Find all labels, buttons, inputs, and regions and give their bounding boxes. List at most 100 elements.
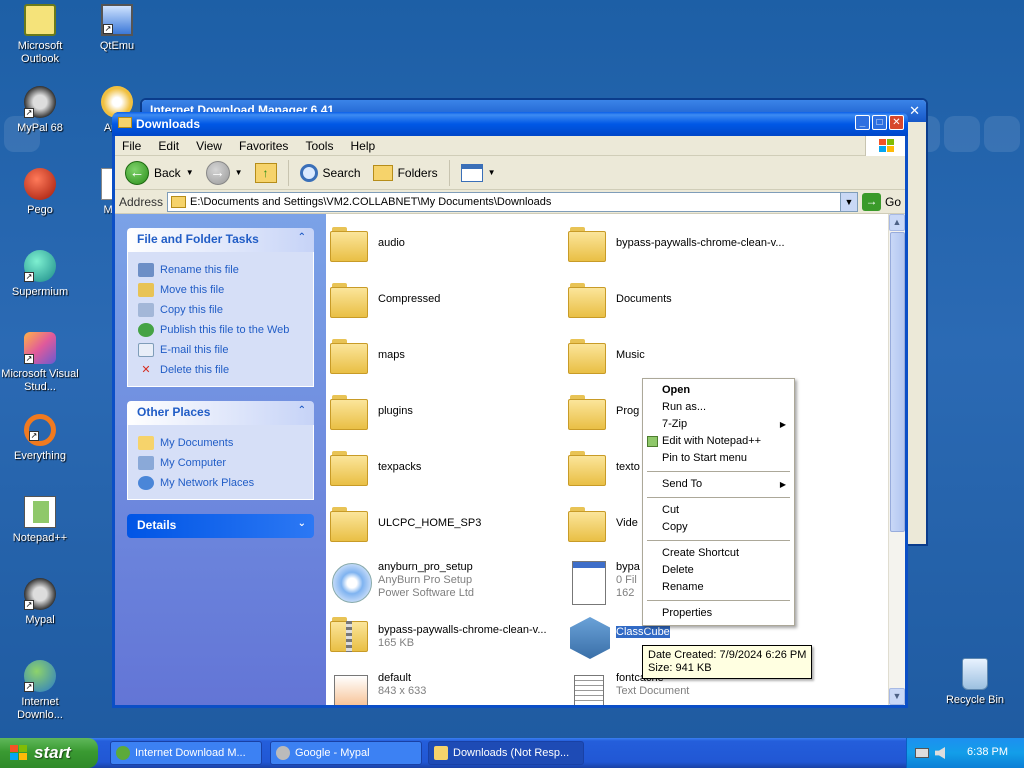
- go-button[interactable]: → Go: [861, 192, 901, 211]
- taskbar: start Internet Download M... Google - My…: [0, 738, 1024, 768]
- desktop-icon-notepadpp[interactable]: Notepad++: [1, 496, 79, 545]
- place-network[interactable]: My Network Places: [138, 473, 303, 493]
- desktop-icon-idm[interactable]: ↗ Internet Downlo...: [1, 660, 79, 722]
- menu-file[interactable]: File: [115, 136, 148, 156]
- folder-compressed[interactable]: Compressed: [330, 280, 566, 330]
- up-folder-button[interactable]: ↑: [251, 161, 281, 185]
- keyboard-icon[interactable]: [915, 748, 929, 758]
- desktop-icon-visual-studio[interactable]: ↗ Microsoft Visual Stud...: [1, 332, 79, 394]
- titlebar[interactable]: Downloads _ □ ✕: [112, 112, 908, 136]
- forward-button[interactable]: → ▼: [202, 159, 247, 187]
- ctx-create-shortcut[interactable]: Create Shortcut: [645, 545, 792, 562]
- folders-icon: [372, 164, 393, 181]
- globe-icon: [138, 323, 154, 337]
- menu-favorites[interactable]: Favorites: [232, 136, 295, 156]
- taskbar-button-downloads[interactable]: Downloads (Not Resp...: [428, 741, 584, 765]
- folder-icon: [330, 395, 370, 431]
- folder-icon: [330, 283, 370, 319]
- ctx-rename[interactable]: Rename: [645, 579, 792, 596]
- folder-texpacks[interactable]: texpacks: [330, 448, 566, 498]
- menu-separator: [647, 540, 790, 541]
- desktop-icon-everything[interactable]: ↗ Everything: [1, 414, 79, 463]
- folder-icon: [568, 227, 608, 263]
- desktop-icon-qtemu[interactable]: ↗ QtEmu: [78, 4, 156, 53]
- task-delete[interactable]: ✕ Delete this file: [138, 360, 303, 380]
- chevron-down-icon: ▼: [234, 168, 243, 177]
- menu-view[interactable]: View: [189, 136, 229, 156]
- ctx-cut[interactable]: Cut: [645, 502, 792, 519]
- collapse-icon[interactable]: ⌃: [298, 232, 306, 243]
- desktop-icon-outlook[interactable]: Microsoft Outlook: [1, 4, 79, 66]
- ctx-run-as[interactable]: Run as...: [645, 399, 792, 416]
- text-document-icon: [568, 673, 608, 705]
- qtemu-icon: ↗: [101, 4, 133, 36]
- desktop-icon-supermium[interactable]: ↗ Supermium: [1, 250, 79, 299]
- views-button[interactable]: ▼: [457, 162, 500, 184]
- task-copy[interactable]: Copy this file: [138, 300, 303, 320]
- ctx-copy[interactable]: Copy: [645, 519, 792, 536]
- search-icon: ↗: [24, 414, 56, 446]
- menu-bar: File Edit View Favorites Tools Help: [115, 136, 905, 156]
- address-input[interactable]: E:\Documents and Settings\VM2.COLLABNET\…: [167, 191, 858, 212]
- scroll-down-button[interactable]: ▼: [889, 688, 905, 705]
- ctx-send-to[interactable]: Send To ▶: [645, 476, 792, 493]
- ctx-open[interactable]: Open: [645, 382, 792, 399]
- task-rename[interactable]: Rename this file: [138, 260, 303, 280]
- folder-ulcpc[interactable]: ULCPC_HOME_SP3: [330, 504, 566, 554]
- folder-icon: [568, 283, 608, 319]
- expand-icon[interactable]: ⌄: [298, 518, 306, 529]
- desktop-icon-mypal[interactable]: ↗ Mypal: [1, 578, 79, 627]
- folder-icon: [330, 339, 370, 375]
- folder-bypass[interactable]: bypass-paywalls-chrome-clean-v...: [568, 224, 804, 274]
- ctx-edit-notepadpp[interactable]: Edit with Notepad++: [645, 433, 792, 450]
- place-my-computer[interactable]: My Computer: [138, 453, 303, 473]
- folder-documents[interactable]: Documents: [568, 280, 804, 330]
- ctx-delete[interactable]: Delete: [645, 562, 792, 579]
- forward-arrow-icon: →: [205, 160, 230, 185]
- chevron-down-icon[interactable]: ▼: [839, 192, 857, 211]
- panel-header[interactable]: File and Folder Tasks ⌃: [127, 228, 314, 252]
- task-publish[interactable]: Publish this file to the Web: [138, 320, 303, 340]
- ctx-properties[interactable]: Properties: [645, 605, 792, 622]
- search-button[interactable]: Search: [296, 162, 365, 184]
- start-button[interactable]: start: [0, 738, 98, 768]
- menu-help[interactable]: Help: [344, 136, 383, 156]
- scroll-thumb[interactable]: [890, 232, 905, 532]
- ctx-pin-start[interactable]: Pin to Start menu: [645, 450, 792, 467]
- folder-maps[interactable]: maps: [330, 336, 566, 386]
- vertical-scrollbar[interactable]: ▲ ▼: [888, 214, 905, 705]
- back-button[interactable]: ← Back ▼: [121, 159, 198, 187]
- taskbar-button-idm[interactable]: Internet Download M...: [110, 741, 262, 765]
- ctx-7zip[interactable]: 7-Zip ▶: [645, 416, 792, 433]
- task-move[interactable]: Move this file: [138, 280, 303, 300]
- desktop-icon-mypal68[interactable]: ↗ MyPal 68: [1, 86, 79, 135]
- chevron-down-icon: ▼: [487, 168, 496, 177]
- close-icon[interactable]: ✕: [909, 103, 920, 119]
- place-my-documents[interactable]: My Documents: [138, 433, 303, 453]
- collapse-icon[interactable]: ⌃: [298, 405, 306, 416]
- taskbar-button-mypal[interactable]: Google - Mypal: [270, 741, 422, 765]
- delete-x-icon: ✕: [141, 364, 151, 376]
- folder-icon: [568, 339, 608, 375]
- task-email[interactable]: E-mail this file: [138, 340, 303, 360]
- menu-tools[interactable]: Tools: [298, 136, 340, 156]
- file-bypass-zip[interactable]: bypass-paywalls-chrome-clean-v... 165 KB: [330, 614, 566, 664]
- file-default[interactable]: default 843 x 633: [330, 670, 566, 705]
- minimize-button[interactable]: _: [855, 115, 870, 130]
- submenu-arrow-icon: ▶: [779, 480, 786, 489]
- folder-audio[interactable]: audio: [330, 224, 566, 274]
- close-button[interactable]: ✕: [889, 115, 904, 130]
- desktop-icon-recycle-bin[interactable]: Recycle Bin: [936, 658, 1014, 707]
- maximize-button[interactable]: □: [872, 115, 887, 130]
- folders-button[interactable]: Folders: [369, 163, 442, 183]
- desktop-icon-pego[interactable]: Pego: [1, 168, 79, 217]
- panel-header[interactable]: Details ⌄: [127, 514, 314, 538]
- file-anyburn[interactable]: anyburn_pro_setup AnyBurn Pro Setup Powe…: [330, 558, 566, 608]
- panel-header[interactable]: Other Places ⌃: [127, 401, 314, 425]
- menu-edit[interactable]: Edit: [151, 136, 186, 156]
- clock[interactable]: 6:38 PM: [967, 746, 1008, 758]
- speaker-icon[interactable]: [935, 747, 945, 759]
- outlook-icon: [24, 4, 56, 36]
- folder-plugins[interactable]: plugins: [330, 392, 566, 442]
- scroll-up-button[interactable]: ▲: [889, 214, 905, 231]
